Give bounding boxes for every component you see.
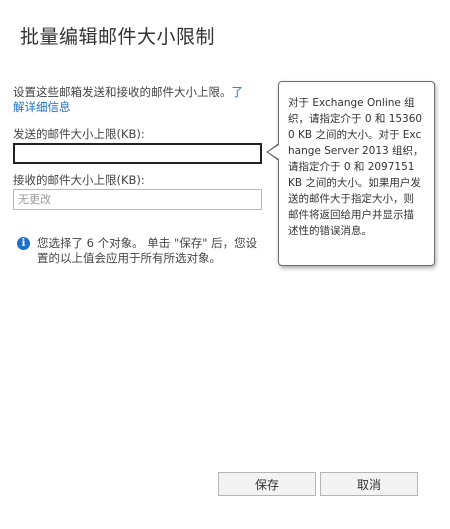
receive-limit-label: 接收的邮件大小上限(KB):: [13, 173, 145, 187]
cancel-button[interactable]: 取消: [320, 472, 418, 496]
description: 设置这些邮箱发送和接收的邮件大小上限。了 解详细信息: [13, 85, 263, 115]
description-text: 设置这些邮箱发送和接收的邮件大小上限。: [13, 85, 232, 99]
bulk-edit-dialog: 批量编辑邮件大小限制 设置这些邮箱发送和接收的邮件大小上限。了 解详细信息 发送的…: [0, 0, 450, 529]
send-limit-label: 发送的邮件大小上限(KB):: [13, 127, 145, 141]
info-text: 您选择了 6 个对象。 单击 "保存" 后，您设置的以上值会应用于所有所选对象。: [37, 236, 258, 265]
info-icon: i: [17, 237, 30, 250]
send-limit-input[interactable]: [13, 143, 262, 164]
help-callout-text: 对于 Exchange Online 组织，请指定介于 0 和 153600 K…: [288, 97, 424, 237]
callout-pointer-fill: [268, 145, 279, 159]
receive-limit-input[interactable]: [13, 189, 262, 210]
dialog-title: 批量编辑邮件大小限制: [20, 26, 216, 48]
save-button[interactable]: 保存: [218, 472, 316, 496]
help-callout: 对于 Exchange Online 组织，请指定介于 0 和 153600 K…: [278, 81, 435, 266]
